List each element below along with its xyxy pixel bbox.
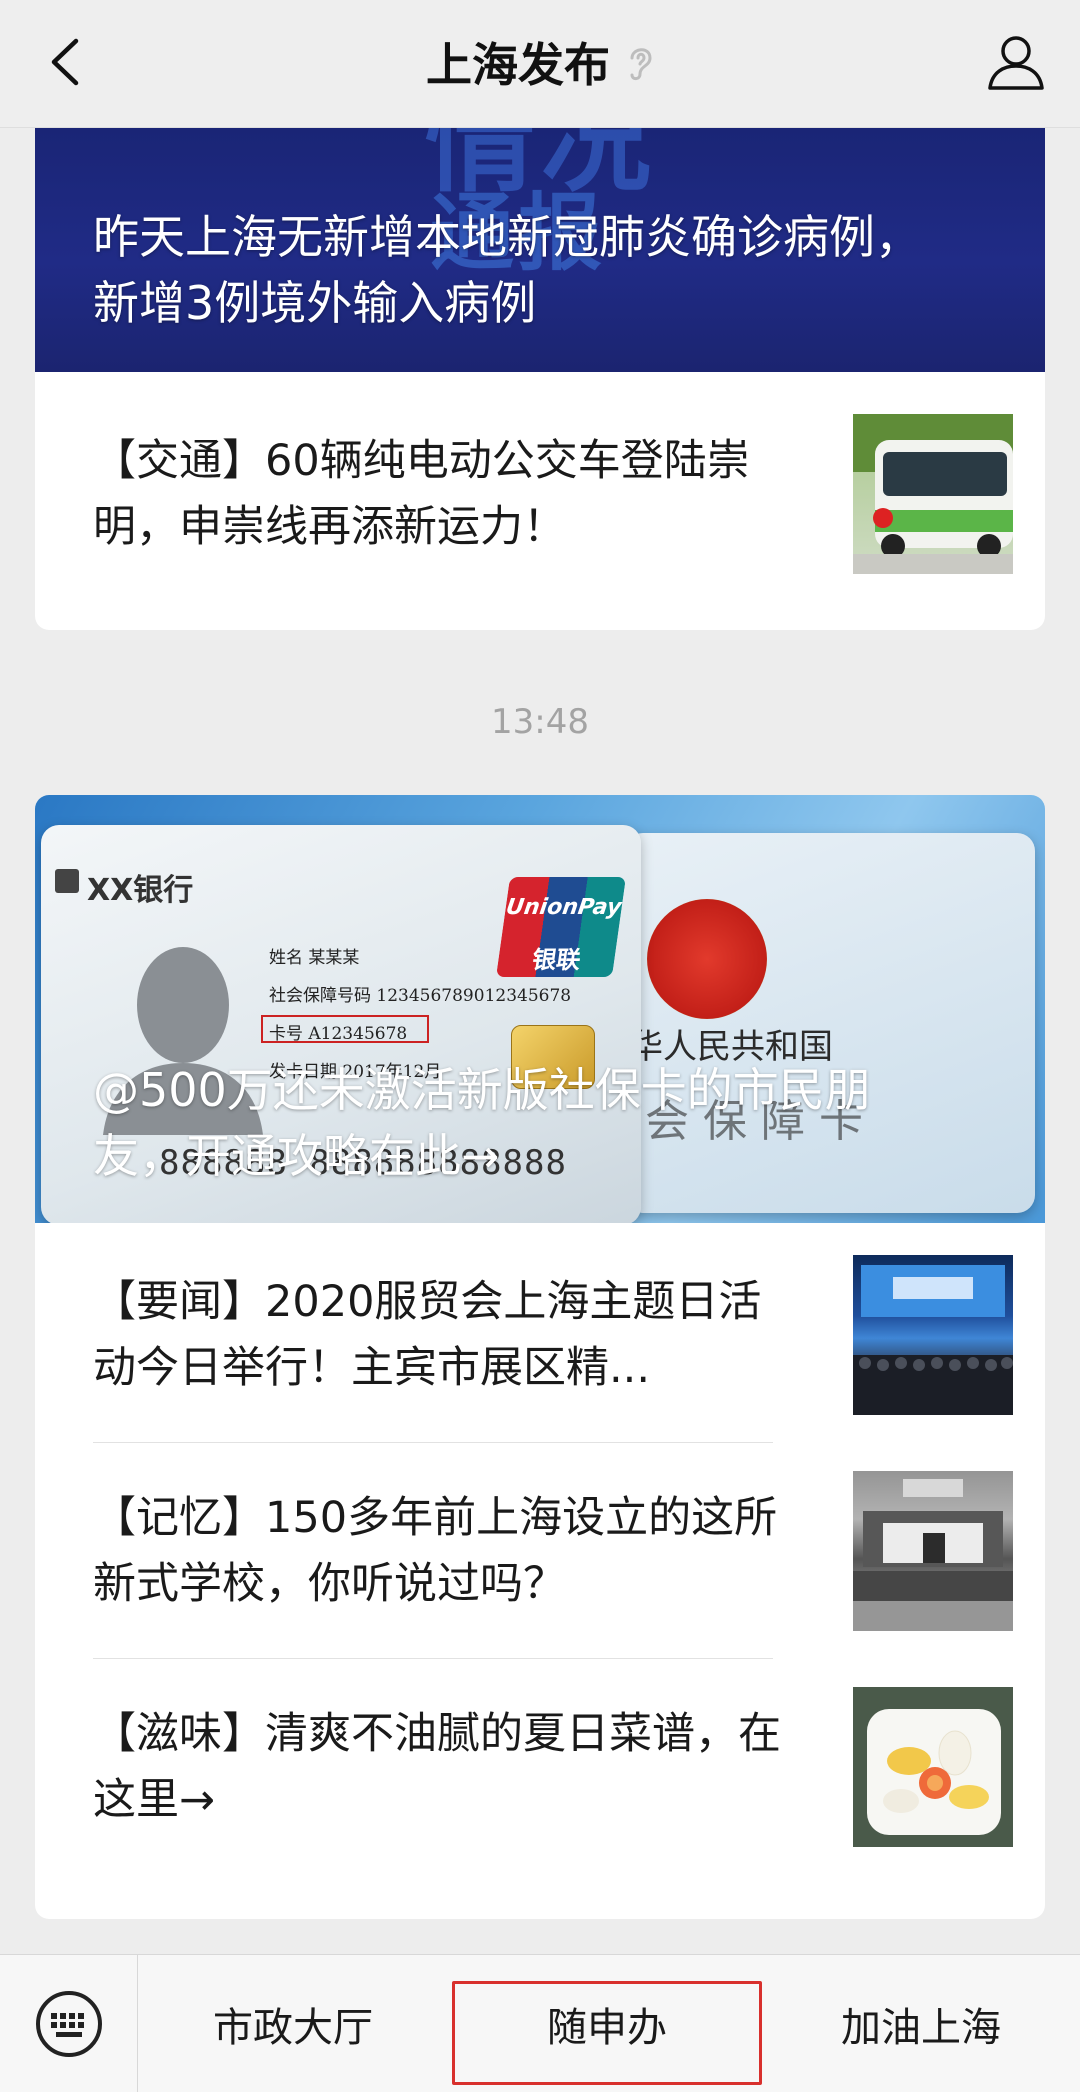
article-title: 【要闻】2020服贸会上海主题日活动今日举行！主宾市展区精...: [93, 1277, 762, 1393]
ear-icon: [630, 48, 652, 81]
card-no-line: 卡号 A12345678: [269, 1024, 408, 1044]
list-item[interactable]: 【记忆】150多年前上海设立的这所新式学校，你听说过吗？: [93, 1443, 1013, 1659]
national-emblem-icon: [647, 899, 767, 1019]
bank-name: XX银行: [87, 873, 194, 908]
keyboard-toggle-button[interactable]: [0, 1955, 138, 2092]
headline-title: @500万还未激活新版社保卡的市民朋友，开通攻略在此→: [93, 1063, 871, 1183]
headline-banner[interactable]: 情况 通报 昨天上海无新增本地新冠肺炎确诊病例，新增3例境外输入病例: [35, 128, 1045, 372]
bottom-menu-bar: 市政大厅 随申办 加油上海: [0, 1954, 1080, 2092]
article-title: 【记忆】150多年前上海设立的这所新式学校，你听说过吗？: [93, 1493, 778, 1609]
keyboard-icon: [35, 1991, 102, 2057]
old-school-thumbnail: [853, 1471, 1013, 1631]
card-ssn-line: 社会保障号码 123456789012345678: [269, 986, 572, 1006]
headline-title: 昨天上海无新增本地新冠肺炎确诊病例，新增3例境外输入病例: [93, 210, 921, 330]
electric-bus-thumbnail: [853, 414, 1013, 574]
list-item[interactable]: 【交通】60辆纯电动公交车登陆崇明，申崇线再添新运力！: [93, 386, 1013, 602]
bus-image: [853, 414, 1013, 574]
conference-thumbnail: [853, 1255, 1013, 1415]
card-name-line: 姓名 某某某: [269, 948, 360, 968]
menu-item-jiayou-shanghai[interactable]: 加油上海: [762, 1955, 1080, 2092]
article-title: 【滋味】清爽不油腻的夏日菜谱，在这里→: [93, 1709, 781, 1825]
profile-button[interactable]: [984, 30, 1048, 94]
dish-image: [853, 1687, 1013, 1847]
summer-dish-thumbnail: [853, 1687, 1013, 1847]
page-title: 上海发布: [426, 38, 610, 92]
user-icon: [988, 36, 1044, 90]
bank-logo-icon: [55, 869, 79, 893]
unionpay-cn: 银联: [495, 937, 618, 977]
header-title-wrap: 上海发布: [0, 30, 1080, 94]
article-title: 【交通】60辆纯电动公交车登陆崇明，申崇线再添新运力！: [93, 436, 750, 552]
message-timestamp: 13:48: [491, 702, 589, 742]
unionpay-logo: UnionPay 银联: [495, 877, 627, 977]
list-item[interactable]: 【滋味】清爽不油腻的夏日菜谱，在这里→: [93, 1659, 1013, 1875]
list-item[interactable]: 【要闻】2020服贸会上海主题日活动今日举行！主宾市展区精...: [93, 1227, 1013, 1443]
conference-image: [853, 1265, 1013, 1415]
old-school-image: [853, 1479, 1013, 1631]
article-group-card: 华人民共和国 会 保 障 卡 XX银行 姓名 某某某 社会保障号码 123456…: [35, 795, 1045, 1919]
unionpay-en: UnionPay: [501, 877, 627, 937]
article-group-card: 情况 通报 昨天上海无新增本地新冠肺炎确诊病例，新增3例境外输入病例 【交通】6…: [35, 128, 1045, 630]
menu-item-suishenban[interactable]: 随申办: [452, 1955, 762, 2092]
nav-header: 上海发布: [0, 0, 1080, 128]
menu-item-city-hall[interactable]: 市政大厅: [138, 1955, 448, 2092]
headline-banner[interactable]: 华人民共和国 会 保 障 卡 XX银行 姓名 某某某 社会保障号码 123456…: [35, 795, 1045, 1223]
